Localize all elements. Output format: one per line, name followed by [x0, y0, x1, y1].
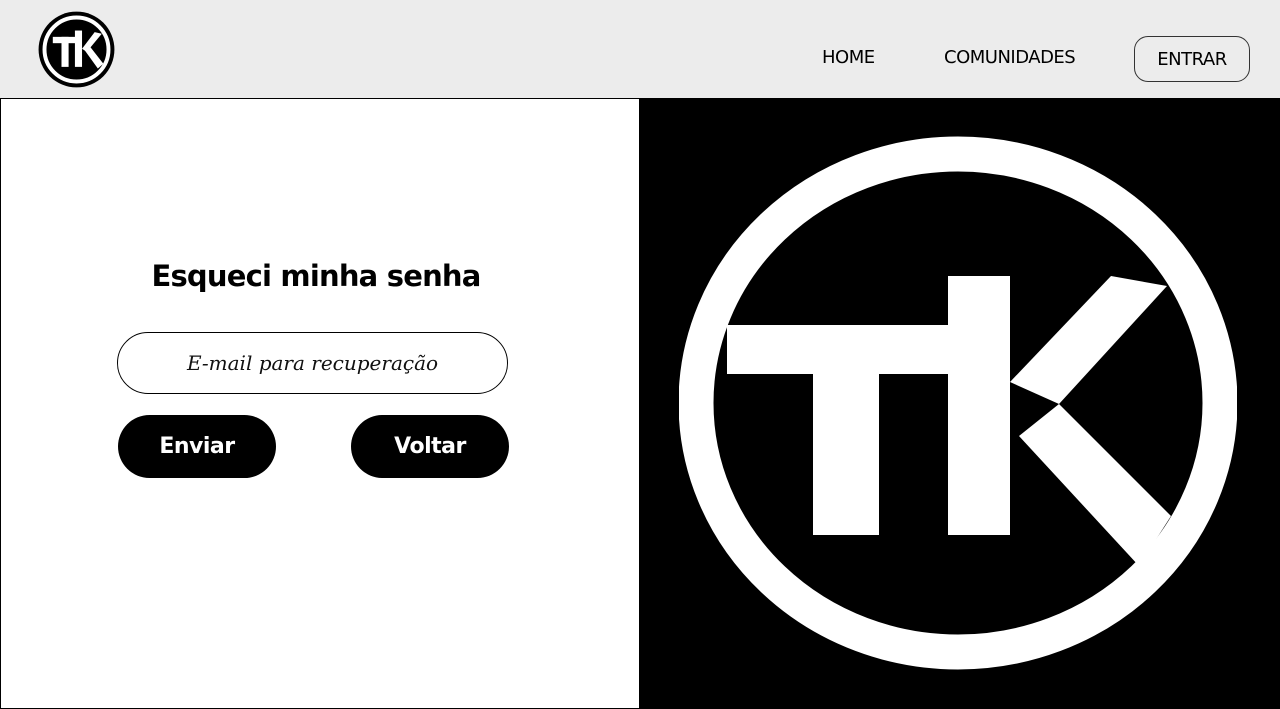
entrar-button[interactable]: ENTRAR — [1134, 36, 1250, 82]
nav-home-link[interactable]: HOME — [822, 46, 875, 70]
hero-logo-panel — [640, 99, 1280, 709]
header: HOME COMUNIDADES ENTRAR — [0, 0, 1280, 99]
nav-comunidades-link[interactable]: COMUNIDADES — [944, 46, 1076, 70]
forgot-password-panel: Esqueci minha senha Enviar Voltar — [0, 99, 640, 709]
enviar-button[interactable]: Enviar — [118, 415, 276, 478]
tk-logo-icon — [679, 136, 1237, 670]
recovery-email-input[interactable] — [117, 332, 508, 394]
page-title: Esqueci minha senha — [151, 259, 481, 293]
voltar-button[interactable]: Voltar — [351, 415, 509, 478]
tk-logo-icon[interactable] — [37, 10, 116, 89]
